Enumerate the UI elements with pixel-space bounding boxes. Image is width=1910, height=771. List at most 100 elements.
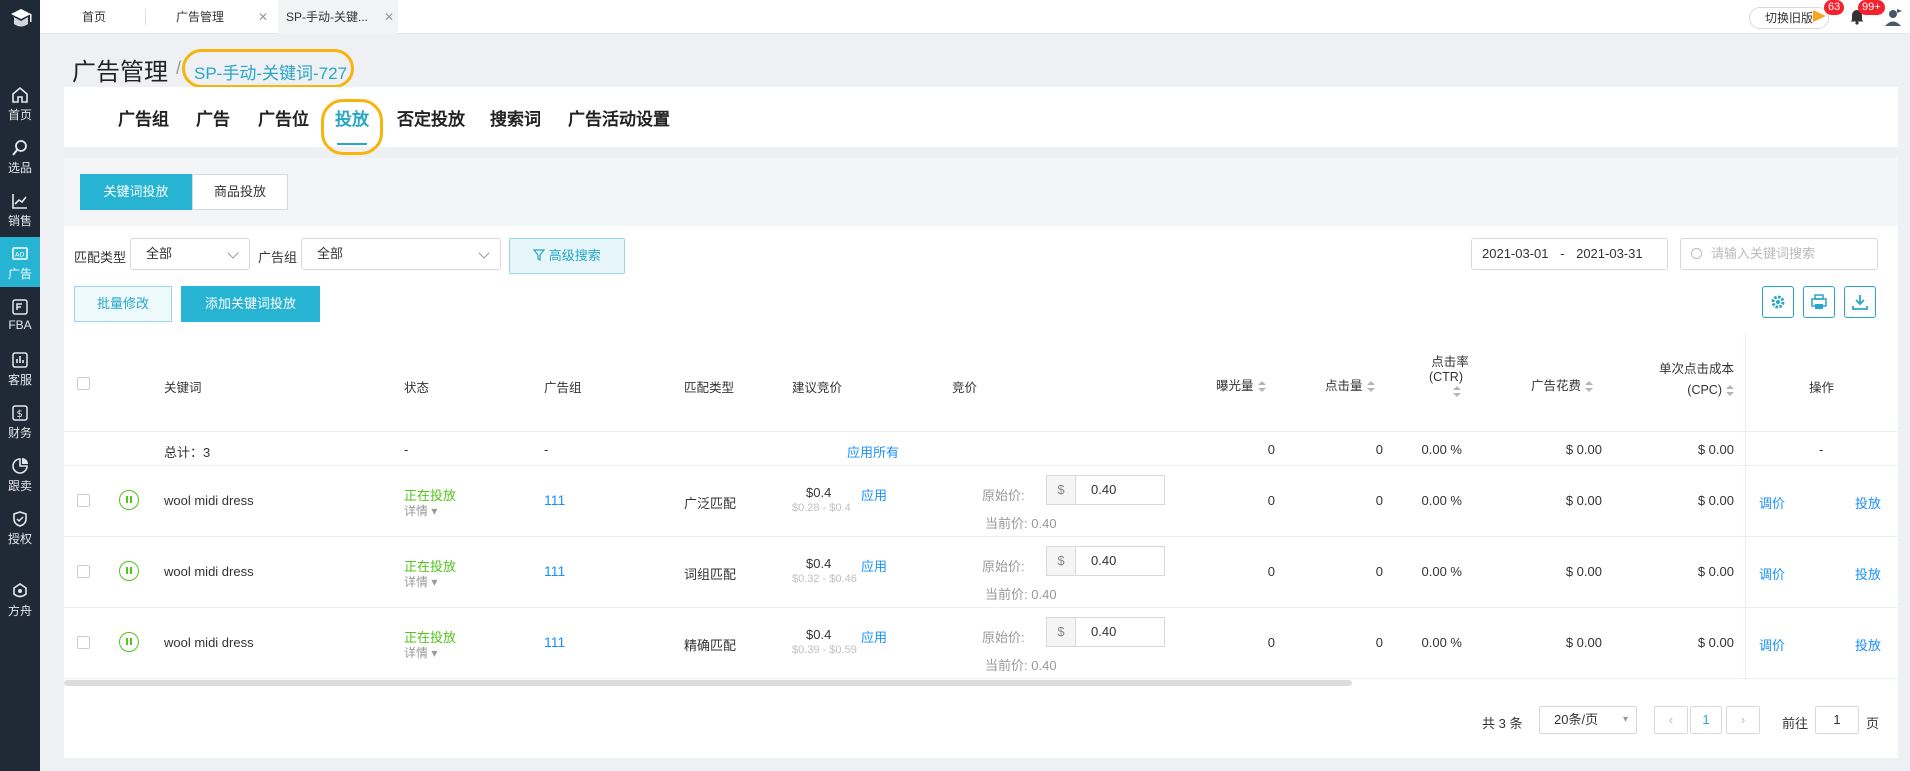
original-bid-label: 原始价: bbox=[982, 488, 1025, 503]
col-spend[interactable]: 广告花费 bbox=[1531, 375, 1594, 394]
apply-link[interactable]: 应用 bbox=[861, 556, 887, 575]
add-keyword-targeting-button[interactable]: 添加关键词投放 bbox=[181, 286, 320, 322]
adjust-bid-link[interactable]: 调价 bbox=[1759, 564, 1785, 583]
col-cpc[interactable]: 单次点击成本 (CPC) bbox=[1654, 358, 1734, 397]
date-range-picker[interactable]: 2021-03-01 - 2021-03-31 bbox=[1471, 238, 1668, 270]
sidebar-item-home[interactable]: 首页 bbox=[0, 78, 40, 128]
ad-icon: AD bbox=[12, 247, 28, 260]
ad-group-link[interactable]: 111 bbox=[544, 563, 565, 579]
horizontal-scrollbar[interactable] bbox=[64, 680, 1352, 686]
download-button[interactable] bbox=[1844, 286, 1876, 318]
adjust-bid-link[interactable]: 调价 bbox=[1759, 493, 1785, 512]
ad-group-link[interactable]: 111 bbox=[544, 634, 565, 650]
sort-icon bbox=[1585, 380, 1594, 393]
col-impressions[interactable]: 曝光量 bbox=[1216, 375, 1266, 394]
ad-group-link[interactable]: 111 bbox=[544, 492, 565, 508]
current-bid-value: 0.40 bbox=[1031, 516, 1057, 531]
batch-edit-button[interactable]: 批量修改 bbox=[74, 286, 172, 322]
page-size-select[interactable]: 20条/页 ▾ bbox=[1539, 706, 1637, 734]
summary-status: - bbox=[404, 442, 409, 457]
keyword-text: wool midi dress bbox=[164, 493, 254, 508]
keyword-text: wool midi dress bbox=[164, 564, 254, 579]
settings-button[interactable] bbox=[1762, 286, 1794, 318]
row-checkbox[interactable] bbox=[77, 636, 90, 649]
summary-group: - bbox=[544, 442, 549, 457]
goto-page-input[interactable]: 1 bbox=[1815, 706, 1859, 734]
chevron-down-icon bbox=[227, 247, 239, 259]
sort-icon bbox=[1366, 380, 1375, 393]
sidebar-item-auth[interactable]: 授权 bbox=[0, 502, 40, 552]
tab-divider bbox=[145, 9, 146, 25]
bid-input[interactable]: 0.40 bbox=[1075, 475, 1165, 505]
ad-group-select[interactable]: 全部 bbox=[301, 238, 501, 270]
row-divider bbox=[64, 536, 1898, 537]
col-ctr[interactable]: 点击率 (CTR) bbox=[1423, 351, 1477, 398]
tab-ad-groups[interactable]: 广告组 bbox=[118, 105, 169, 130]
detail-dropdown[interactable]: 详情 ▾ bbox=[404, 502, 437, 519]
sidebar-item-service[interactable]: 客服 bbox=[0, 343, 40, 393]
col-keyword: 关键词 bbox=[164, 381, 202, 395]
current-bid: 当前价: 0.40 bbox=[985, 655, 1057, 674]
close-icon[interactable]: ✕ bbox=[258, 0, 272, 34]
keyword-search-input[interactable]: 请输入关键词搜索 bbox=[1680, 238, 1878, 270]
sidebar-item-label: FBA bbox=[8, 318, 32, 332]
targeting-link[interactable]: 投放 bbox=[1855, 493, 1881, 512]
row-checkbox[interactable] bbox=[77, 565, 90, 578]
match-type-select[interactable]: 全部 bbox=[130, 238, 250, 270]
apply-link[interactable]: 应用 bbox=[861, 627, 887, 646]
detail-dropdown[interactable]: 详情 ▾ bbox=[404, 573, 437, 590]
tab-campaign-settings[interactable]: 广告活动设置 bbox=[568, 105, 670, 130]
sidebar-item-sales[interactable]: 销售 bbox=[0, 184, 40, 234]
sidebar-item-finance[interactable]: $ 财务 bbox=[0, 396, 40, 446]
segment-product-targeting[interactable]: 商品投放 bbox=[192, 174, 288, 210]
bid-input[interactable]: 0.40 bbox=[1075, 546, 1165, 576]
adjust-bid-link[interactable]: 调价 bbox=[1759, 635, 1785, 654]
avatar[interactable] bbox=[1882, 6, 1904, 28]
original-bid-label: 原始价: bbox=[982, 559, 1025, 574]
ctr-value: 0.00 % bbox=[1421, 635, 1462, 650]
select-all-checkbox[interactable] bbox=[77, 377, 90, 390]
current-bid-label: 当前价: bbox=[985, 516, 1028, 531]
sidebar-item-selection[interactable]: 选品 bbox=[0, 131, 40, 181]
tab-campaign[interactable]: SP-手动-关键... bbox=[278, 0, 398, 34]
col-label: 广告花费 bbox=[1531, 379, 1582, 393]
print-button[interactable] bbox=[1803, 286, 1835, 318]
close-icon[interactable]: ✕ bbox=[384, 0, 398, 34]
pause-icon[interactable] bbox=[119, 561, 139, 581]
advanced-search-button[interactable]: 高级搜索 bbox=[509, 238, 625, 274]
col-clicks[interactable]: 点击量 bbox=[1325, 375, 1375, 394]
sidebar-item-ads[interactable]: AD 广告 bbox=[0, 237, 40, 287]
next-page-button[interactable]: › bbox=[1726, 706, 1760, 734]
impressions-value: 0 bbox=[1267, 493, 1275, 508]
svg-text:$: $ bbox=[17, 409, 23, 420]
tab-negative-targeting[interactable]: 否定投放 bbox=[397, 105, 465, 130]
targeting-link[interactable]: 投放 bbox=[1855, 564, 1881, 583]
tab-placements[interactable]: 广告位 bbox=[258, 105, 309, 130]
summary-clicks: 0 bbox=[1375, 442, 1383, 457]
segment-keyword-targeting[interactable]: 关键词投放 bbox=[80, 174, 192, 210]
current-bid-value: 0.40 bbox=[1031, 658, 1057, 673]
download-icon bbox=[1852, 295, 1868, 310]
pause-icon[interactable] bbox=[119, 632, 139, 652]
detail-dropdown[interactable]: 详情 ▾ bbox=[404, 644, 437, 661]
tab-home[interactable]: 首页 bbox=[82, 0, 172, 34]
bid-input[interactable]: 0.40 bbox=[1075, 617, 1165, 647]
page-number-current[interactable]: 1 bbox=[1690, 706, 1722, 734]
prev-page-button[interactable]: ‹ bbox=[1654, 706, 1688, 734]
sidebar-item-ark[interactable]: 方舟 bbox=[0, 574, 40, 624]
suggested-range: $0.28 - $0.4 bbox=[792, 502, 851, 514]
tab-label: SP-手动-关键... bbox=[286, 10, 369, 24]
tab-ads[interactable]: 广告 bbox=[196, 105, 230, 130]
sidebar-item-fba[interactable]: FBA bbox=[0, 290, 40, 340]
apply-all-link[interactable]: 应用所有 bbox=[847, 442, 899, 461]
apply-link[interactable]: 应用 bbox=[861, 485, 887, 504]
print-icon bbox=[1811, 294, 1827, 309]
sort-icon bbox=[1453, 385, 1461, 398]
pause-icon[interactable] bbox=[119, 490, 139, 510]
targeting-link[interactable]: 投放 bbox=[1855, 635, 1881, 654]
tab-search-terms[interactable]: 搜索词 bbox=[490, 105, 541, 130]
row-checkbox[interactable] bbox=[77, 494, 90, 507]
sidebar-item-label: 首页 bbox=[7, 108, 32, 122]
sidebar-item-label: 授权 bbox=[7, 532, 32, 546]
sidebar-item-follow[interactable]: 跟卖 bbox=[0, 449, 40, 499]
